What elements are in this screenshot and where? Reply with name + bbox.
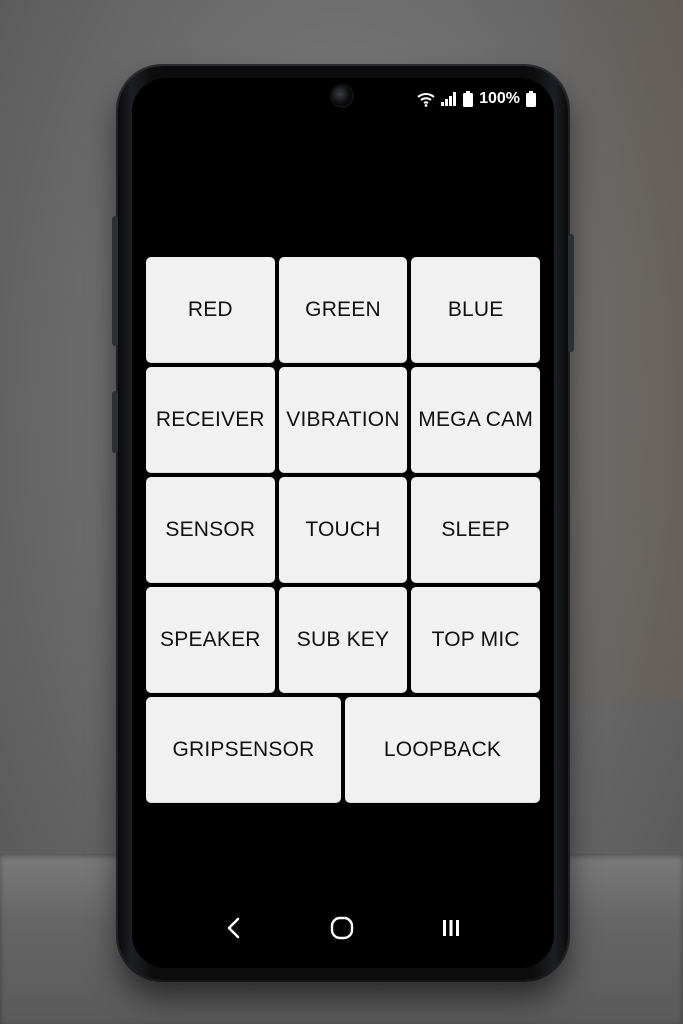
test-button-blue[interactable]: BLUE — [411, 257, 541, 363]
test-row: RED GREEN BLUE — [146, 257, 541, 363]
phone-device: 100% RED GREEN BLUE RECEIVER VIBRATION M… — [112, 66, 574, 980]
front-camera-icon — [332, 86, 352, 106]
test-button-touch[interactable]: TOUCH — [278, 477, 408, 583]
bixby-button — [112, 391, 118, 453]
recents-icon[interactable] — [440, 917, 462, 939]
test-button-loopback[interactable]: LOOPBACK — [345, 697, 540, 803]
test-row: RECEIVER VIBRATION MEGA CAM — [146, 367, 541, 473]
hidden-test-menu-grid: RED GREEN BLUE RECEIVER VIBRATION MEGA C… — [146, 257, 541, 807]
test-row: SPEAKER SUB KEY TOP MIC — [146, 587, 541, 693]
power-button — [568, 234, 574, 352]
test-button-receiver[interactable]: RECEIVER — [146, 367, 275, 473]
battery-icon — [526, 91, 536, 107]
test-button-sub-key[interactable]: SUB KEY — [278, 587, 408, 693]
test-button-green[interactable]: GREEN — [278, 257, 408, 363]
wifi-icon — [417, 91, 435, 107]
phone-screen: 100% RED GREEN BLUE RECEIVER VIBRATION M… — [132, 78, 554, 968]
home-icon[interactable] — [329, 915, 355, 941]
test-button-speaker[interactable]: SPEAKER — [146, 587, 275, 693]
test-button-sleep[interactable]: SLEEP — [411, 477, 541, 583]
test-button-gripsensor[interactable]: GRIPSENSOR — [146, 697, 341, 803]
status-bar: 100% — [417, 88, 536, 110]
test-button-sensor[interactable]: SENSOR — [146, 477, 275, 583]
battery-icon — [463, 91, 474, 107]
test-row: GRIPSENSOR LOOPBACK — [146, 697, 540, 803]
test-row: SENSOR TOUCH SLEEP — [146, 477, 541, 583]
battery-percentage: 100% — [479, 90, 520, 107]
test-button-mega-cam[interactable]: MEGA CAM — [411, 367, 541, 473]
back-icon[interactable] — [224, 916, 244, 940]
test-button-red[interactable]: RED — [146, 257, 275, 363]
navigation-bar — [132, 902, 554, 954]
volume-button — [112, 216, 118, 346]
test-button-top-mic[interactable]: TOP MIC — [411, 587, 541, 693]
signal-icon — [441, 92, 457, 106]
test-button-vibration[interactable]: VIBRATION — [278, 367, 408, 473]
